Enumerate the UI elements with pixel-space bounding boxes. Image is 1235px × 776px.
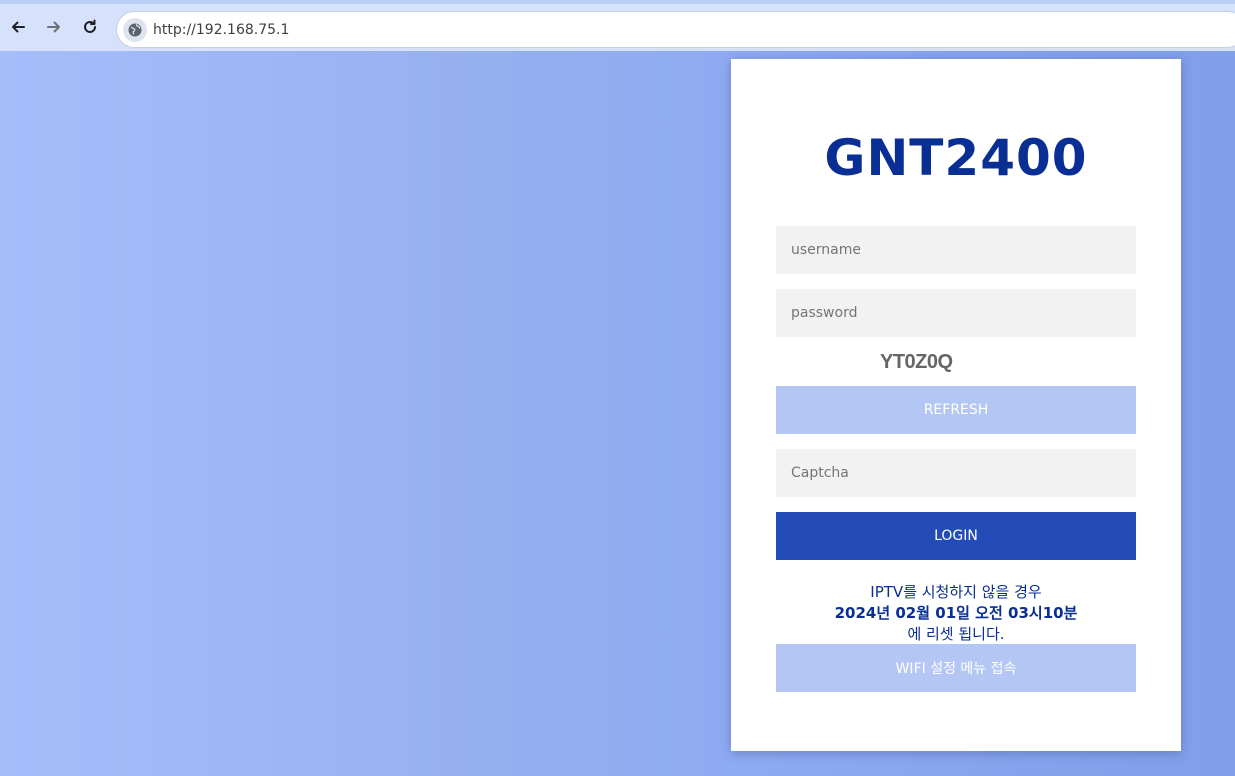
password-input[interactable] (776, 289, 1136, 337)
notice-line-2: 2024년 02월 01일 오전 03시10분 (731, 603, 1181, 624)
captcha-image-text: YT0Z0Q (880, 351, 953, 373)
notice-month: 02 (895, 604, 917, 622)
notice-month-unit: 월 (916, 604, 936, 622)
site-info-button[interactable] (123, 18, 147, 42)
notice-hour: 03 (1008, 604, 1029, 622)
notice-minute: 10 (1042, 604, 1064, 622)
notice-year: 2024 (834, 604, 877, 622)
notice-year-unit: 년 (876, 604, 896, 622)
page-title: GNT2400 (824, 129, 1088, 187)
notice-line-1: IPTV를 시청하지 않을 경우 (870, 583, 1042, 601)
login-card: GNT2400 YT0Z0Q REFRESH LOGIN IPTV를 시청하지 … (731, 59, 1181, 751)
globe-icon (128, 23, 142, 37)
notice-hour-unit: 시 (1028, 604, 1043, 622)
reset-notice: IPTV를 시청하지 않을 경우 2024년 02월 01일 오전 03시10분… (731, 582, 1181, 645)
refresh-captcha-button[interactable]: REFRESH (776, 386, 1136, 434)
page-background: GNT2400 YT0Z0Q REFRESH LOGIN IPTV를 시청하지 … (0, 51, 1235, 776)
arrow-left-icon (12, 21, 25, 33)
back-button[interactable] (4, 13, 32, 41)
forward-button[interactable] (40, 13, 68, 41)
reload-icon (84, 19, 96, 33)
notice-day: 01 (935, 604, 957, 622)
address-bar[interactable]: http://192.168.75.1 (116, 11, 1235, 48)
login-button[interactable]: LOGIN (776, 512, 1136, 560)
notice-day-unit: 일 오전 (956, 604, 1009, 622)
notice-line-3: 에 리셋 됩니다. (907, 625, 1005, 643)
reload-button[interactable] (76, 13, 104, 41)
arrow-right-icon (47, 21, 60, 33)
captcha-input[interactable] (776, 449, 1136, 497)
url-text[interactable]: http://192.168.75.1 (153, 22, 289, 38)
notice-minute-unit: 분 (1063, 604, 1078, 622)
browser-toolbar: http://192.168.75.1 (0, 0, 1235, 51)
username-input[interactable] (776, 226, 1136, 274)
wifi-settings-button[interactable]: WIFI 설정 메뉴 접속 (776, 644, 1136, 692)
